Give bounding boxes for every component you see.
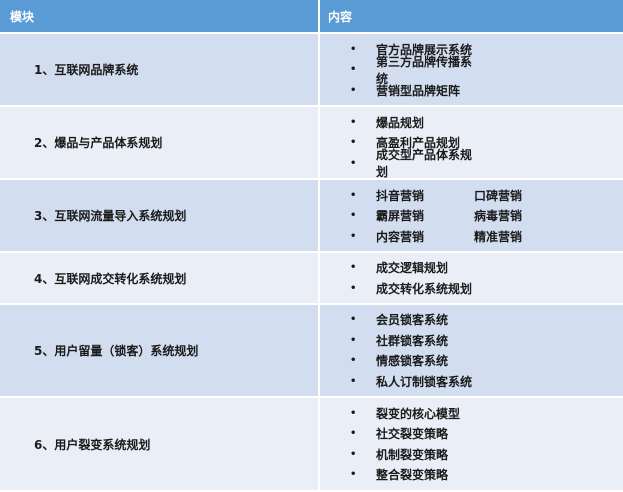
bullet-icon: • <box>350 355 357 367</box>
bullet-icon: • <box>350 230 357 242</box>
list-item-text: 口碑营销 <box>474 188 523 203</box>
content-cell: • 抖音营销 口碑营销 • 霸屏营销 病毒营销 • 内容营销 精准营销 <box>320 180 623 251</box>
table-row: 3、互联网流量导入系统规划 • 抖音营销 口碑营销 • 霸屏营销 病毒营销 • 内容营销 精准营销 <box>0 180 623 253</box>
list-item-text: 爆品规划 <box>376 115 425 130</box>
bullet-icon: • <box>350 137 357 148</box>
list-item-text: 病毒营销 <box>474 209 523 223</box>
bullet-icon: • <box>350 448 357 460</box>
list-item-text: 营销型品牌矩阵 <box>376 83 461 98</box>
list-item: • 会员锁客系统 <box>320 310 623 331</box>
list-item-text: 抖音营销 <box>376 188 425 203</box>
table-row: 4、互联网成交转化系统规划 • 成交逻辑规划 • 成交转化系统规划 <box>0 253 623 305</box>
bullet-icon: • <box>350 189 357 201</box>
bullet-icon: • <box>350 282 357 294</box>
table-row: 2、爆品与产品体系规划 • 爆品规划 • 高盈利产品规划 • 成交型产品体系规划 <box>0 107 623 180</box>
content-list: • 成交逻辑规划 • 成交转化系统规划 <box>320 258 623 299</box>
table-row: 5、用户留量（锁客）系统规划 • 会员锁客系统 • 社群锁客系统 • 情感锁客系统 • 私人订制… <box>0 305 623 398</box>
bullet-icon: • <box>350 375 357 387</box>
content-list: • 会员锁客系统 • 社群锁客系统 • 情感锁客系统 • 私人订制锁客系统 <box>320 310 623 392</box>
module-cell: 3、互联网流量导入系统规划 <box>0 180 320 251</box>
list-item-text: 成交转化系统规划 <box>376 281 473 296</box>
list-item: • 内容营销 精准营销 <box>320 226 623 247</box>
bullet-icon: • <box>350 314 357 326</box>
bullet-icon: • <box>350 262 357 274</box>
header-module: 模块 <box>0 0 320 32</box>
module-label: 5、用户留量（锁客）系统规划 <box>34 344 199 358</box>
list-item-text: 成交型产品体系规划 <box>376 148 473 179</box>
list-item: • 爆品规划 <box>320 112 623 133</box>
list-item: • 成交逻辑规划 <box>320 258 623 279</box>
table-row: 1、互联网品牌系统 • 官方品牌展示系统 • 第三方品牌传播系统 • 营销型品牌矩阵 <box>0 34 623 107</box>
module-label: 1、互联网品牌系统 <box>34 63 139 77</box>
list-item: • 第三方品牌传播系统 <box>320 55 623 86</box>
module-cell: 2、爆品与产品体系规划 <box>0 107 320 178</box>
list-item-text: 裂变的核心模型 <box>376 406 461 421</box>
list-item: • 成交型产品体系规划 <box>320 148 623 179</box>
list-item-text: 成交逻辑规划 <box>376 261 449 276</box>
module-label: 2、爆品与产品体系规划 <box>34 136 163 150</box>
list-item: • 情感锁客系统 <box>320 351 623 372</box>
content-cell: • 会员锁客系统 • 社群锁客系统 • 情感锁客系统 • 私人订制锁客系统 <box>320 305 623 396</box>
header-content: 内容 <box>328 9 353 24</box>
list-item-text: 私人订制锁客系统 <box>376 374 473 389</box>
bullet-icon: • <box>350 43 357 55</box>
list-item: • 机制裂变策略 <box>320 444 623 465</box>
bullet-icon: • <box>350 116 357 128</box>
list-item: • 整合裂变策略 <box>320 465 623 486</box>
module-label: 6、用户裂变系统规划 <box>34 437 151 452</box>
list-item: • 营销型品牌矩阵 <box>320 80 623 101</box>
content-list: • 爆品规划 • 高盈利产品规划 • 成交型产品体系规划 <box>320 112 623 180</box>
module-label: 3、互联网流量导入系统规划 <box>34 209 187 223</box>
bullet-icon: • <box>350 64 357 75</box>
content-list: • 抖音营销 口碑营销 • 霸屏营销 病毒营销 • 内容营销 精准营销 <box>320 185 623 247</box>
list-item-text: 会员锁客系统 <box>376 313 449 328</box>
content-list: • 裂变的核心模型 • 社交裂变策略 • 机制裂变策略 • 整合裂变策略 <box>320 403 623 485</box>
content-cell: • 成交逻辑规划 • 成交转化系统规划 <box>320 253 623 303</box>
list-item-text: 内容营销 <box>376 229 425 244</box>
table-row: 6、用户裂变系统规划 • 裂变的核心模型 • 社交裂变策略 • 机制裂变策略 • 整合裂变策略 <box>0 398 623 492</box>
bullet-icon: • <box>350 84 357 96</box>
content-list: • 官方品牌展示系统 • 第三方品牌传播系统 • 营销型品牌矩阵 <box>320 39 623 101</box>
list-item: • 成交转化系统规划 <box>320 278 623 299</box>
bullet-icon: • <box>350 334 357 346</box>
list-item-text: 社交裂变策略 <box>376 427 449 442</box>
table-body: 1、互联网品牌系统 • 官方品牌展示系统 • 第三方品牌传播系统 • 营销型品牌矩阵 2、爆品… <box>0 34 623 492</box>
list-item: • 私人订制锁客系统 <box>320 371 623 392</box>
module-label: 4、互联网成交转化系统规划 <box>34 271 187 286</box>
content-cell: • 裂变的核心模型 • 社交裂变策略 • 机制裂变策略 • 整合裂变策略 <box>320 398 623 490</box>
list-item: • 抖音营销 口碑营销 <box>320 185 623 206</box>
list-item-text: 机制裂变策略 <box>376 447 449 462</box>
bullet-icon: • <box>350 407 357 419</box>
list-item: • 社交裂变策略 <box>320 424 623 445</box>
bullet-icon: • <box>350 469 357 481</box>
module-cell: 1、互联网品牌系统 <box>0 34 320 105</box>
list-item: • 社群锁客系统 <box>320 330 623 351</box>
list-item-text: 情感锁客系统 <box>376 354 449 369</box>
module-cell: 4、互联网成交转化系统规划 <box>0 253 320 303</box>
list-item-text: 霸屏营销 <box>376 209 425 223</box>
module-cell: 5、用户留量（锁客）系统规划 <box>0 305 320 396</box>
list-item-text: 整合裂变策略 <box>376 468 449 483</box>
list-item: • 裂变的核心模型 <box>320 403 623 424</box>
table-header-row: 模块 内容 <box>0 0 623 34</box>
bullet-icon: • <box>350 157 357 169</box>
list-item-text: 社群锁客系统 <box>376 333 449 348</box>
content-cell: • 官方品牌展示系统 • 第三方品牌传播系统 • 营销型品牌矩阵 <box>320 34 623 105</box>
list-item-text: 精准营销 <box>474 229 523 244</box>
bullet-icon: • <box>350 428 357 440</box>
module-content-table: 模块 内容 1、互联网品牌系统 • 官方品牌展示系统 • 第三方品牌传播系统 • 营销型品牌… <box>0 0 623 492</box>
list-item: • 霸屏营销 病毒营销 <box>320 205 623 226</box>
module-cell: 6、用户裂变系统规划 <box>0 398 320 490</box>
bullet-icon: • <box>350 210 357 221</box>
content-cell: • 爆品规划 • 高盈利产品规划 • 成交型产品体系规划 <box>320 107 623 180</box>
